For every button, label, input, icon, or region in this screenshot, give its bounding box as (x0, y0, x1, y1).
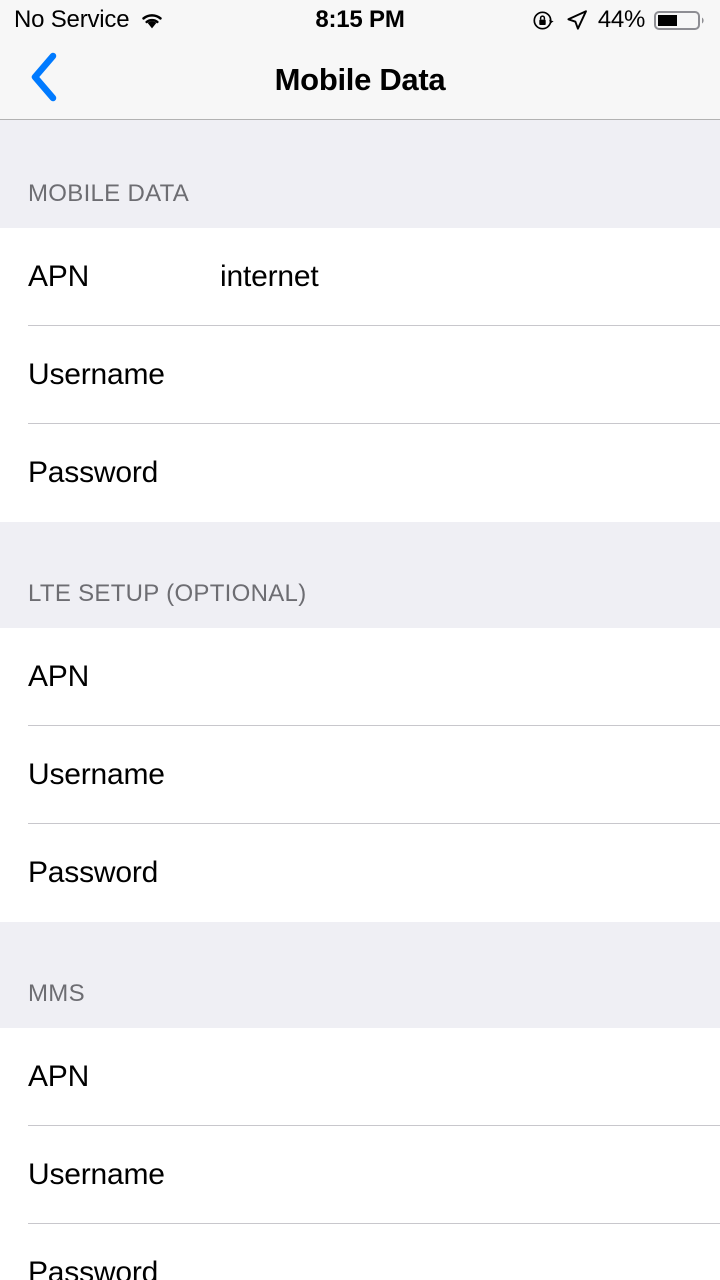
row-mms-apn[interactable]: APN (0, 1028, 720, 1126)
row-mobile-data-apn[interactable]: APN internet (0, 228, 720, 326)
wifi-icon (139, 11, 165, 30)
battery-percent-label: 44% (597, 6, 645, 33)
row-label: APN (28, 260, 90, 293)
row-label: Username (28, 758, 165, 791)
settings-list: MOBILE DATA APN internet Username Passwo… (0, 120, 720, 1280)
clock-label: 8:15 PM (315, 6, 405, 33)
row-label: APN (28, 660, 90, 693)
status-bar: No Service 8:15 PM 44% (0, 0, 720, 40)
status-bar-right: 44% (531, 8, 706, 33)
section-header-label: LTE SETUP (OPTIONAL) (28, 580, 307, 607)
section-header-mms: MMS (0, 922, 720, 1028)
section-rows-mms: APN Username Password (0, 1028, 720, 1280)
row-mms-password[interactable]: Password (0, 1224, 720, 1280)
section-rows-lte-setup: APN Username Password (0, 628, 720, 922)
row-label: APN (28, 1060, 90, 1093)
row-label: Password (28, 1256, 159, 1280)
page-title: Mobile Data (274, 61, 446, 97)
section-header-mobile-data: MOBILE DATA (0, 120, 720, 228)
battery-icon (654, 8, 706, 33)
row-mms-username[interactable]: Username (0, 1126, 720, 1224)
row-lte-username[interactable]: Username (0, 726, 720, 824)
row-label: Password (28, 456, 159, 489)
section-header-label: MOBILE DATA (28, 180, 190, 207)
row-mobile-data-password[interactable]: Password (0, 424, 720, 522)
row-label: Username (28, 358, 165, 391)
row-label: Username (28, 1158, 165, 1191)
row-lte-apn[interactable]: APN (0, 628, 720, 726)
section-header-lte-setup: LTE SETUP (OPTIONAL) (0, 522, 720, 628)
row-lte-password[interactable]: Password (0, 824, 720, 922)
status-bar-left: No Service (14, 8, 165, 32)
row-mobile-data-username[interactable]: Username (0, 326, 720, 424)
rotation-lock-icon (531, 8, 556, 33)
carrier-label: No Service (14, 6, 130, 33)
section-header-label: MMS (28, 980, 85, 1007)
row-value-input[interactable]: internet (220, 260, 319, 294)
navigation-bar: Mobile Data (0, 40, 720, 120)
section-rows-mobile-data: APN internet Username Password (0, 228, 720, 522)
mobile-data-settings-screen: No Service 8:15 PM 44% Mobile Data MOBIL… (0, 0, 720, 1280)
row-label: Password (28, 856, 159, 889)
location-arrow-icon (565, 8, 589, 32)
